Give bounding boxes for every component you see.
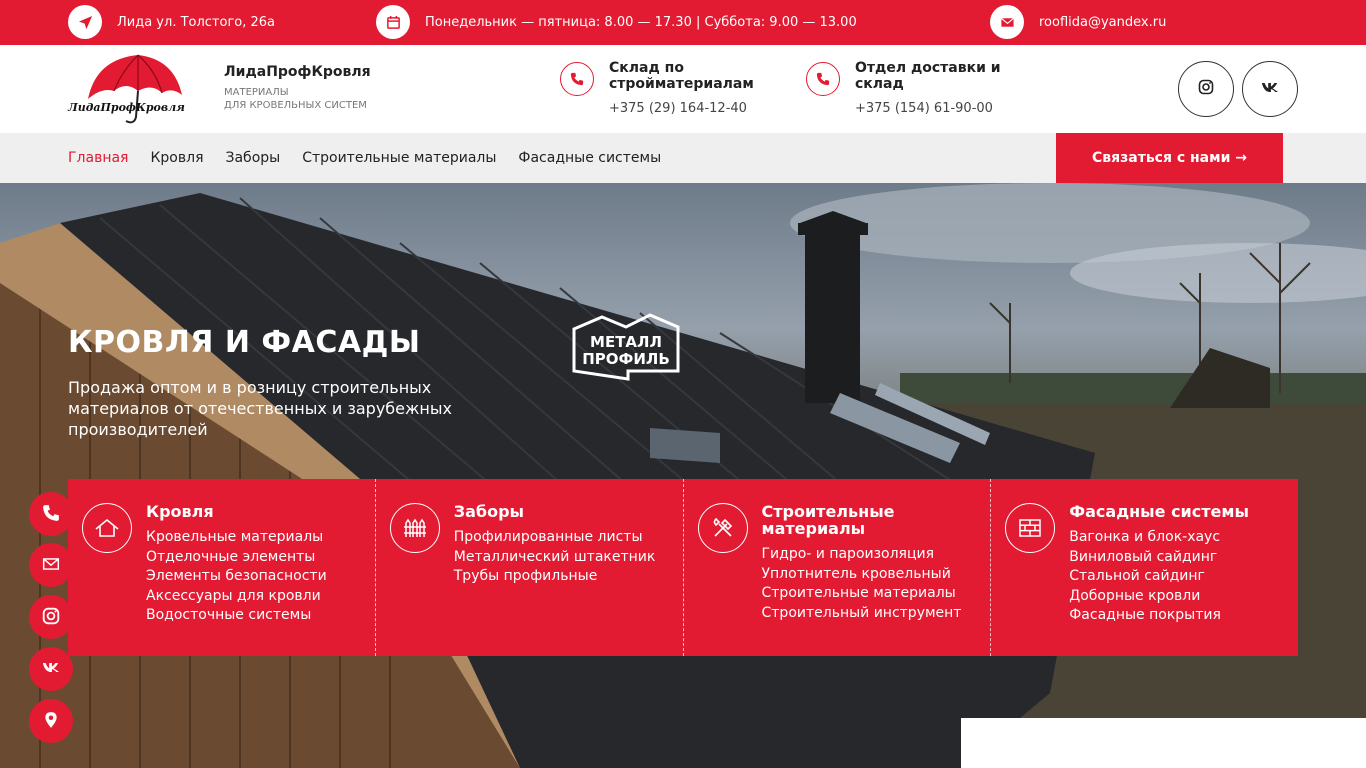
category-link[interactable]: Кровельные материалы: [146, 528, 375, 548]
hero-background-image: [0, 183, 1366, 768]
nav-menu: Главная Кровля Заборы Строительные матер…: [68, 133, 683, 183]
category-link[interactable]: Элементы безопасности: [146, 567, 375, 587]
corner-white-panel: [961, 718, 1366, 768]
brand-tagline-line1: материалы: [224, 87, 289, 98]
category-link[interactable]: Отделочные элементы: [146, 548, 375, 568]
envelope-icon: [990, 5, 1024, 39]
roof-house-icon: [82, 503, 132, 553]
float-email-button[interactable]: [29, 543, 73, 587]
category-link[interactable]: Металлический штакетник: [454, 548, 683, 568]
category-link[interactable]: Строительные материалы: [762, 584, 991, 604]
float-vk-button[interactable]: [29, 647, 73, 691]
delivery-title: Отдел доставки и склад: [855, 60, 1001, 92]
phone-icon: [42, 504, 60, 525]
address-text: Лида ул. Толстого, 26а: [117, 14, 276, 30]
category-link[interactable]: Аксессуары для кровли: [146, 587, 375, 607]
warehouse-phone[interactable]: +375 (29) 164-12-40: [609, 101, 809, 116]
warehouse-contact: Склад по стройматериалам +375 (29) 164-1…: [560, 60, 809, 116]
category-link[interactable]: Доборные кровли: [1069, 587, 1298, 607]
category-link[interactable]: Виниловый сайдинг: [1069, 548, 1298, 568]
hours-item: Понедельник — пятница: 8.00 — 17.30 | Су…: [376, 5, 857, 39]
tools-icon: [697, 503, 748, 553]
nav-item-facade-systems[interactable]: Фасадные системы: [518, 150, 661, 166]
email-link[interactable]: rooflida@yandex.ru: [1039, 15, 1166, 30]
category-link[interactable]: Уплотнитель кровельный: [762, 565, 991, 585]
email-item[interactable]: rooflida@yandex.ru: [990, 5, 1166, 39]
address-item: Лида ул. Толстого, 26а: [68, 5, 275, 39]
phone-icon: [560, 62, 594, 96]
brick-wall-icon: [1005, 503, 1056, 553]
category-link[interactable]: Гидро- и пароизоляция: [762, 545, 991, 565]
map-pin-icon: [42, 711, 60, 732]
phone-icon: [806, 62, 840, 96]
category-title[interactable]: Заборы: [454, 503, 654, 520]
category-cards: Кровля Кровельные материалы Отделочные э…: [68, 479, 1298, 656]
nav-item-roofing[interactable]: Кровля: [150, 150, 203, 166]
float-instagram-button[interactable]: [29, 595, 73, 639]
brand-tagline: материалы для кровельных систем: [224, 86, 371, 112]
brand-block: ЛидаПрофКровля материалы для кровельных …: [224, 64, 371, 112]
calendar-icon: [376, 5, 410, 39]
vk-icon: [1261, 82, 1279, 97]
hero-banner: КРОВЛЯ И ФАСАДЫ Продажа оптом и в розниц…: [0, 183, 1366, 768]
brand-name: ЛидаПрофКровля: [224, 64, 371, 80]
category-title[interactable]: Кровля: [146, 503, 346, 520]
hero-title: КРОВЛЯ И ФАСАДЫ: [68, 325, 421, 360]
fence-icon: [389, 503, 440, 553]
instagram-icon: [42, 607, 60, 628]
metall-profil-logo: МЕТАЛЛ ПРОФИЛЬ: [570, 311, 682, 383]
category-link[interactable]: Строительный инструмент: [762, 604, 991, 624]
delivery-phone[interactable]: +375 (154) 61-90-00: [855, 101, 1025, 116]
float-map-button[interactable]: [29, 699, 73, 743]
category-card-building-materials[interactable]: Строительные материалы Гидро- и пароизол…: [684, 479, 992, 656]
location-arrow-icon: [68, 5, 102, 39]
vk-button[interactable]: [1242, 61, 1298, 117]
nav-item-home[interactable]: Главная: [68, 150, 128, 166]
category-card-roofing[interactable]: Кровля Кровельные материалы Отделочные э…: [68, 479, 376, 656]
metall-profil-logo-line1: МЕТАЛЛ: [590, 333, 662, 351]
category-title[interactable]: Фасадные системы: [1069, 503, 1269, 520]
umbrella-logo[interactable]: ЛидаПрофКровля: [66, 51, 186, 131]
hero-subtitle: Продажа оптом и в розницу строительных м…: [68, 378, 452, 439]
nav-item-building-materials[interactable]: Строительные материалы: [302, 150, 496, 166]
category-link[interactable]: Профилированные листы: [454, 528, 683, 548]
contact-us-button[interactable]: Связаться с нами →: [1056, 133, 1283, 183]
nav-item-fences[interactable]: Заборы: [226, 150, 281, 166]
top-bar: Лида ул. Толстого, 26а Понедельник — пят…: [0, 0, 1366, 45]
warehouse-title: Склад по стройматериалам: [609, 60, 754, 92]
category-link[interactable]: Вагонка и блок-хаус: [1069, 528, 1298, 548]
instagram-icon: [1198, 79, 1214, 99]
category-link[interactable]: Водосточные системы: [146, 606, 375, 626]
delivery-contact: Отдел доставки и склад +375 (154) 61-90-…: [806, 60, 1025, 116]
brand-tagline-line2: для кровельных систем: [224, 100, 367, 111]
hours-text: Понедельник — пятница: 8.00 — 17.30 | Су…: [425, 14, 857, 30]
float-phone-button[interactable]: [29, 492, 73, 536]
metall-profil-logo-line2: ПРОФИЛЬ: [582, 350, 670, 368]
envelope-icon: [42, 555, 60, 576]
category-link[interactable]: Трубы профильные: [454, 567, 683, 587]
instagram-button[interactable]: [1178, 61, 1234, 117]
site-header: ЛидаПрофКровля ЛидаПрофКровля материалы …: [0, 45, 1366, 133]
logo-lettering: ЛидаПрофКровля: [67, 101, 185, 114]
category-link[interactable]: Стальной сайдинг: [1069, 567, 1298, 587]
category-title[interactable]: Строительные материалы: [762, 503, 962, 537]
vk-icon: [42, 662, 60, 676]
category-link[interactable]: Фасадные покрытия: [1069, 606, 1298, 626]
category-card-facade-systems[interactable]: Фасадные системы Вагонка и блок-хаус Вин…: [991, 479, 1298, 656]
category-card-fences[interactable]: Заборы Профилированные листы Металлическ…: [376, 479, 684, 656]
